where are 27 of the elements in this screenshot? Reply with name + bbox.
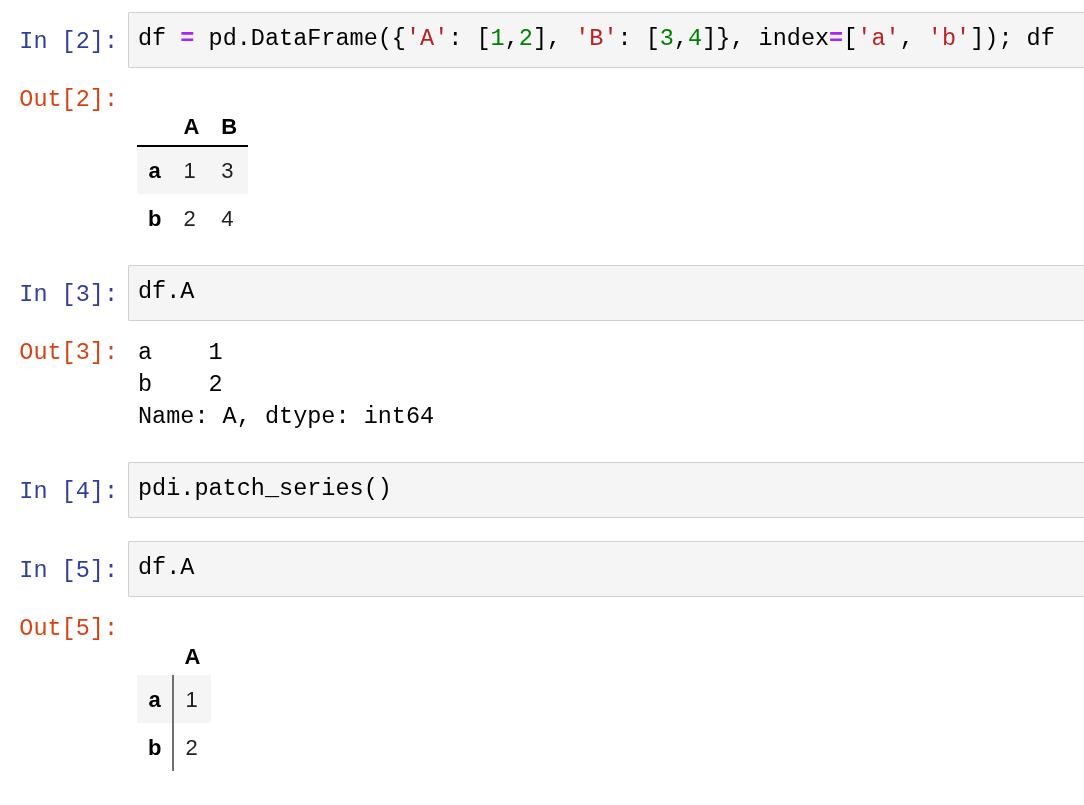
output-prompt: Out[5]: — [18, 614, 118, 644]
code-input[interactable]: df.A — [128, 541, 1084, 597]
input-prompt: In [2]: — [18, 27, 118, 57]
table-cell: 2 — [173, 723, 212, 771]
table-cell: 1 — [173, 675, 212, 723]
output-text: a 1 — [138, 338, 224, 368]
table-cell: 4 — [210, 194, 249, 242]
row-index: a — [137, 675, 174, 723]
input-prompt: In [3]: — [18, 280, 118, 310]
code-input[interactable]: df.A — [128, 265, 1084, 321]
output-prompt: Out[3]: — [18, 338, 118, 368]
output-text: b 2 — [138, 370, 224, 400]
code-input[interactable]: pdi.patch_series() — [128, 462, 1084, 518]
table-cell: 2 — [172, 194, 211, 242]
column-header: A — [173, 637, 212, 675]
table-cell: 3 — [210, 146, 249, 194]
input-prompt: In [5]: — [18, 556, 118, 586]
column-header: B — [210, 108, 249, 146]
row-index: b — [137, 723, 174, 771]
code-input[interactable]: df = pd.DataFrame({'A': [1,2], 'B': [3,4]}, index=['a', 'b']); df — [128, 12, 1084, 68]
input-prompt: In [4]: — [18, 477, 118, 507]
table-cell: 1 — [172, 146, 211, 194]
output-text: Name: A, dtype: int64 — [138, 402, 435, 432]
column-header: A — [172, 108, 211, 146]
row-index: a — [137, 146, 173, 194]
output-prompt: Out[2]: — [18, 85, 118, 115]
row-index: b — [137, 194, 173, 242]
